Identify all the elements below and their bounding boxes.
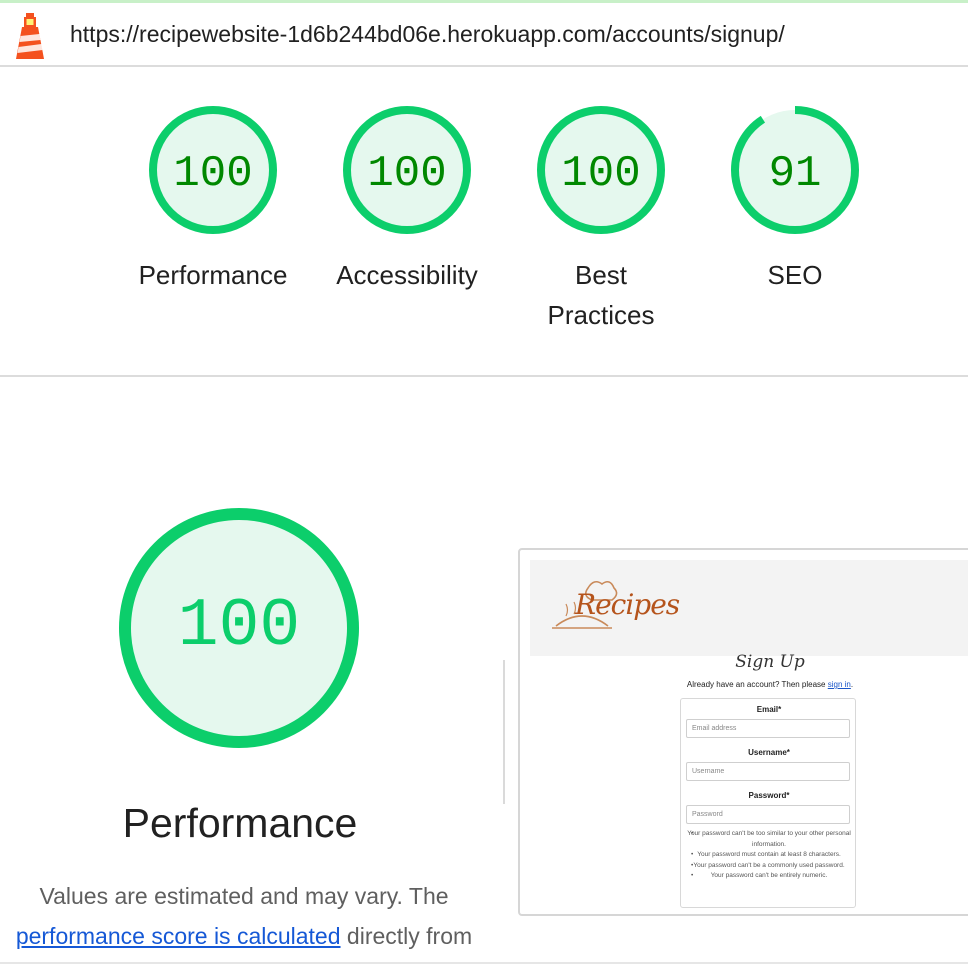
list-item: Your password can't be too similar to yo… (687, 829, 851, 850)
signup-title: Sign Up (735, 652, 805, 672)
score-calculation-link[interactable]: performance score is calculated (16, 923, 341, 949)
gauge-accessibility[interactable]: 100 Accessibility (321, 105, 493, 295)
performance-big-gauge: 100 (119, 508, 359, 748)
gauge-label: Accessibility (336, 260, 478, 290)
performance-title: Performance (122, 800, 358, 846)
list-item: Your password can't be entirely numeric. (687, 871, 851, 882)
already-suffix: . (850, 680, 854, 689)
list-item: Your password must contain at least 8 ch… (687, 850, 851, 861)
gauge-ring: 100 (149, 106, 277, 234)
username-field: Username (686, 762, 850, 781)
gauge-best-practices[interactable]: 100 Best Practices (515, 105, 687, 335)
username-label: Username* (748, 748, 790, 757)
password-help-list: Your password can't be too similar to yo… (687, 829, 851, 882)
bottom-divider (0, 962, 968, 964)
report-url[interactable]: https://recipewebsite-1d6b244bd06e.herok… (70, 21, 785, 48)
already-have-account: Already have an account? Then please sig… (520, 680, 968, 689)
gauge-ring: 100 (537, 106, 665, 234)
gauge-label: SEO (767, 260, 823, 290)
report-url-bar: https://recipewebsite-1d6b244bd06e.herok… (0, 3, 968, 67)
gauge-ring: 100 (343, 106, 471, 234)
already-prefix: Already have an account? Then please (686, 680, 828, 689)
gauge-seo[interactable]: 91 SEO (709, 105, 881, 295)
password-label: Password* (748, 791, 790, 800)
gauge-label: Performance (138, 260, 288, 290)
lighthouse-icon (16, 13, 44, 59)
email-label: Email* (756, 705, 782, 714)
gauge-score: 91 (769, 149, 822, 199)
signup-form: Email* Email address Username* Username … (680, 698, 856, 908)
gauge-score: 100 (561, 149, 640, 199)
gauge-label: Best Practices (547, 260, 655, 330)
divider (503, 660, 505, 804)
desc-suffix: directly from (340, 923, 473, 949)
email-field: Email address (686, 719, 850, 738)
site-logo-text: Recipes (575, 588, 680, 621)
performance-description: Values are estimated and may vary. The p… (0, 876, 494, 956)
password-field: Password (686, 805, 850, 824)
list-item: Your password can't be a commonly used p… (687, 861, 851, 872)
category-gauges: 100 Performance 100 Accessibility 100 Be… (0, 69, 968, 377)
gauge-score: 100 (173, 149, 252, 199)
site-header: Recipes (530, 560, 968, 656)
gauge-performance[interactable]: 100 Performance (127, 105, 299, 295)
final-screenshot[interactable]: Recipes Sign Up Already have an account?… (518, 548, 968, 916)
big-gauge-score: 100 (178, 588, 300, 665)
desc-prefix: Values are estimated and may vary. The (39, 883, 449, 909)
sign-in-link: sign in (827, 680, 851, 689)
gauge-score: 100 (367, 149, 446, 199)
gauge-ring: 91 (731, 106, 859, 234)
